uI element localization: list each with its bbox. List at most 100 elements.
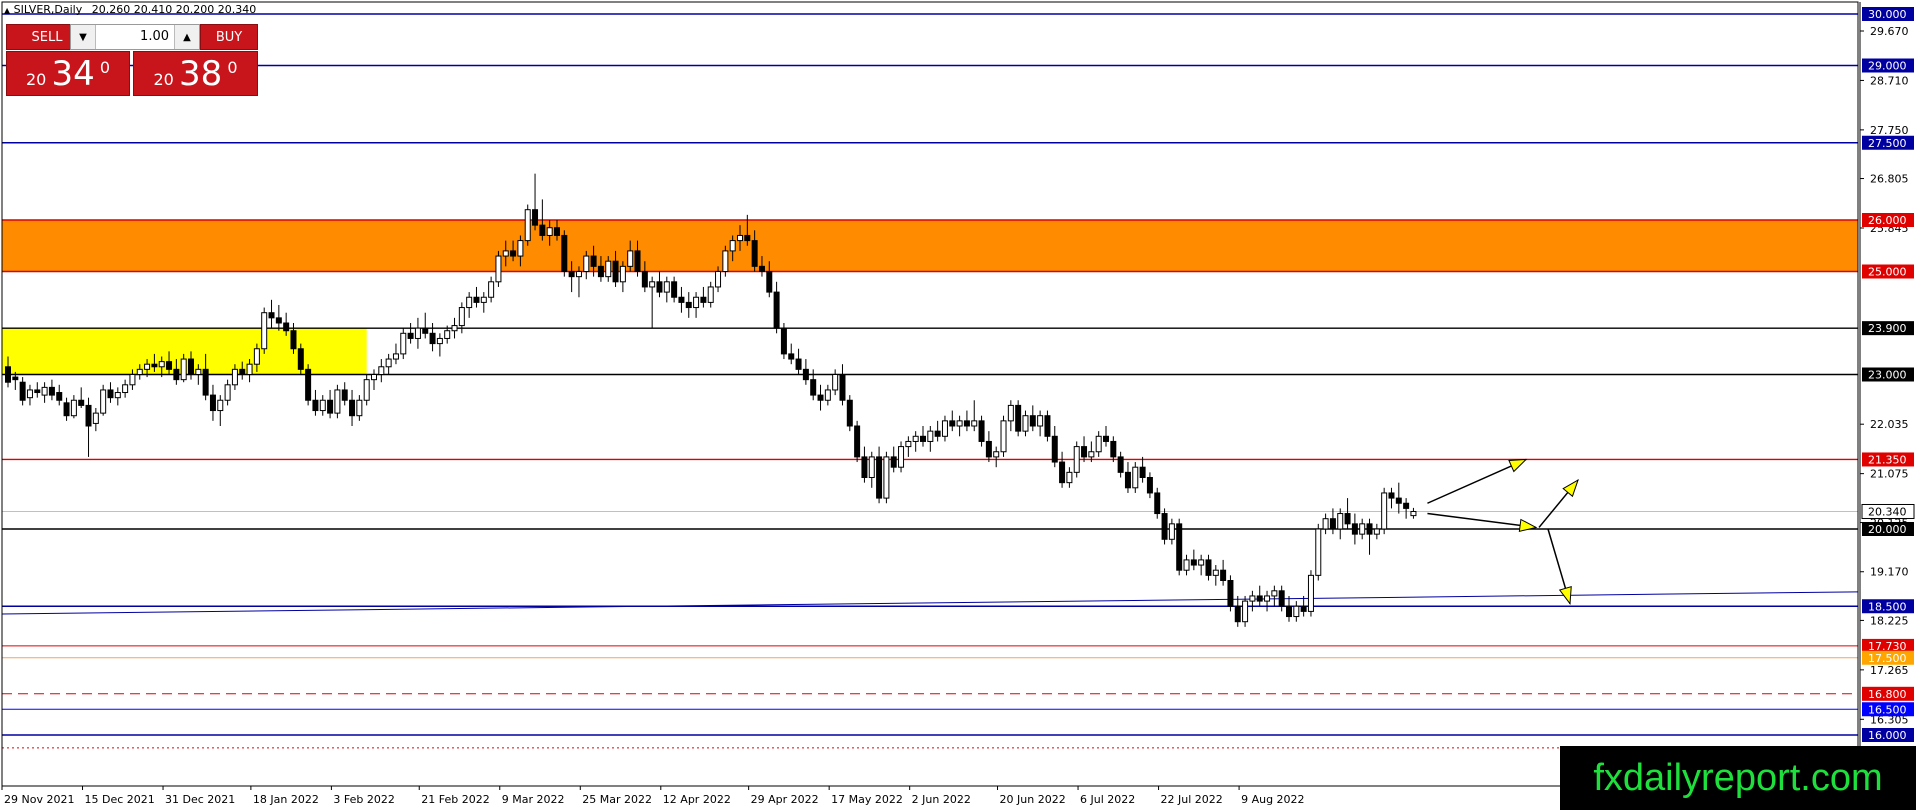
y-tick-label: 29.670	[1870, 25, 1909, 38]
candle	[1381, 487, 1388, 535]
candle-body	[524, 209, 531, 242]
candle	[663, 276, 670, 303]
candle-body	[1373, 528, 1380, 535]
lot-decrease-icon[interactable]: ▼	[71, 25, 96, 49]
candle-body	[1139, 466, 1146, 479]
symbol-label: SILVER,Daily	[13, 3, 83, 16]
candle	[107, 382, 114, 403]
price-tag-23-000: 23.000	[1862, 367, 1914, 382]
y-tick-label: 27.750	[1870, 124, 1909, 137]
candle	[649, 276, 656, 329]
candle-body	[605, 260, 612, 278]
candle	[861, 446, 868, 483]
candle-body	[1183, 559, 1190, 571]
candle	[1007, 400, 1014, 432]
candle-body	[1410, 510, 1417, 517]
price-tag-label: 23.900	[1868, 322, 1907, 335]
candle-body	[1110, 440, 1117, 458]
candle	[1212, 565, 1219, 586]
candle-body	[824, 389, 831, 401]
candle-body	[429, 332, 436, 345]
candle	[1249, 590, 1256, 612]
price-tag-26-000: 26.000	[1862, 213, 1914, 227]
candle-body	[253, 348, 260, 365]
candle-body	[517, 240, 524, 257]
candle	[100, 384, 107, 416]
candle-body	[261, 312, 268, 350]
candle-body	[1205, 559, 1212, 576]
lot-size-stepper[interactable]: ▼ 1.00 ▲	[70, 24, 200, 50]
candle-body	[63, 402, 70, 417]
candle-body	[751, 240, 758, 267]
price-chart: 29.67028.71027.75026.80525.84522.03521.0…	[1, 1, 1915, 806]
candle-body	[1315, 528, 1322, 576]
candle	[78, 387, 85, 408]
price-tag-label: 16.000	[1868, 729, 1907, 742]
candle-body	[202, 368, 209, 396]
lot-increase-icon[interactable]: ▲	[174, 25, 199, 49]
candle	[854, 420, 861, 463]
ask-price-button[interactable]: 20 38 0	[133, 51, 258, 96]
x-tick-label: 12 Apr 2022	[663, 793, 731, 806]
candle-body	[363, 379, 370, 401]
candle-body	[166, 361, 173, 370]
arrow-up-left	[1427, 458, 1528, 504]
candle	[1293, 601, 1300, 622]
price-tag-label: 29.000	[1868, 60, 1907, 73]
candle-body	[1176, 523, 1183, 571]
candle-body	[1307, 574, 1314, 612]
candle	[846, 395, 853, 432]
price-tag-label: 26.000	[1868, 214, 1907, 227]
price-tags-layer: 30.000 29.000 27.500 26.000 25.000 23.900 23.0…	[1861, 7, 1915, 742]
candle	[1117, 451, 1124, 478]
rising-trendline	[1, 591, 1859, 615]
axis-layer: 29.67028.71027.75026.80525.84522.03521.0…	[1, 1, 1909, 806]
candle	[1154, 487, 1161, 519]
candle-body	[883, 456, 890, 499]
candle	[678, 286, 685, 313]
candle	[1366, 518, 1373, 555]
candle	[473, 286, 480, 308]
x-tick-label: 20 Jun 2022	[1000, 793, 1066, 806]
candle	[356, 395, 363, 421]
price-tag-label: 27.500	[1868, 137, 1907, 150]
candle-body	[173, 368, 180, 381]
candle-body	[414, 327, 421, 339]
candle	[466, 292, 473, 318]
candle	[839, 364, 846, 406]
candle-body	[510, 250, 517, 257]
candle	[934, 420, 941, 442]
arrow-down-to-trendline	[1547, 528, 1572, 606]
candle-body	[1117, 456, 1124, 473]
candle-body	[993, 451, 1000, 458]
candle-body	[898, 446, 905, 468]
candle	[1234, 595, 1241, 627]
x-tick-label: 15 Dec 2021	[85, 793, 155, 806]
collapse-triangle-icon[interactable]: ▲	[4, 6, 10, 15]
candle-body	[861, 456, 868, 478]
candle	[451, 317, 458, 339]
candle-body	[963, 420, 970, 427]
candle-body	[1022, 415, 1029, 432]
candle	[1132, 462, 1139, 493]
candle-body	[114, 392, 121, 399]
buy-button[interactable]: BUY	[200, 24, 258, 50]
bid-price-prefix: 20	[26, 70, 47, 89]
lot-size-value[interactable]: 1.00	[140, 29, 169, 44]
candle-body	[1132, 466, 1139, 489]
candle-body	[956, 420, 963, 427]
candle	[1146, 472, 1153, 499]
candle-body	[1286, 605, 1292, 618]
watermark-logo: fxdailyreport.com	[1560, 746, 1916, 810]
bid-price-button[interactable]: 20 34 0	[6, 51, 130, 96]
price-tag-label: 17.500	[1868, 652, 1907, 665]
candle-body	[1322, 518, 1329, 530]
candle	[1044, 410, 1051, 442]
candle	[429, 323, 436, 352]
candle-body	[56, 392, 63, 401]
candle	[414, 317, 421, 349]
candle-body	[663, 281, 670, 293]
candle-body	[839, 374, 846, 401]
zone-resistance	[2, 220, 1858, 272]
candle-body	[1242, 600, 1249, 623]
